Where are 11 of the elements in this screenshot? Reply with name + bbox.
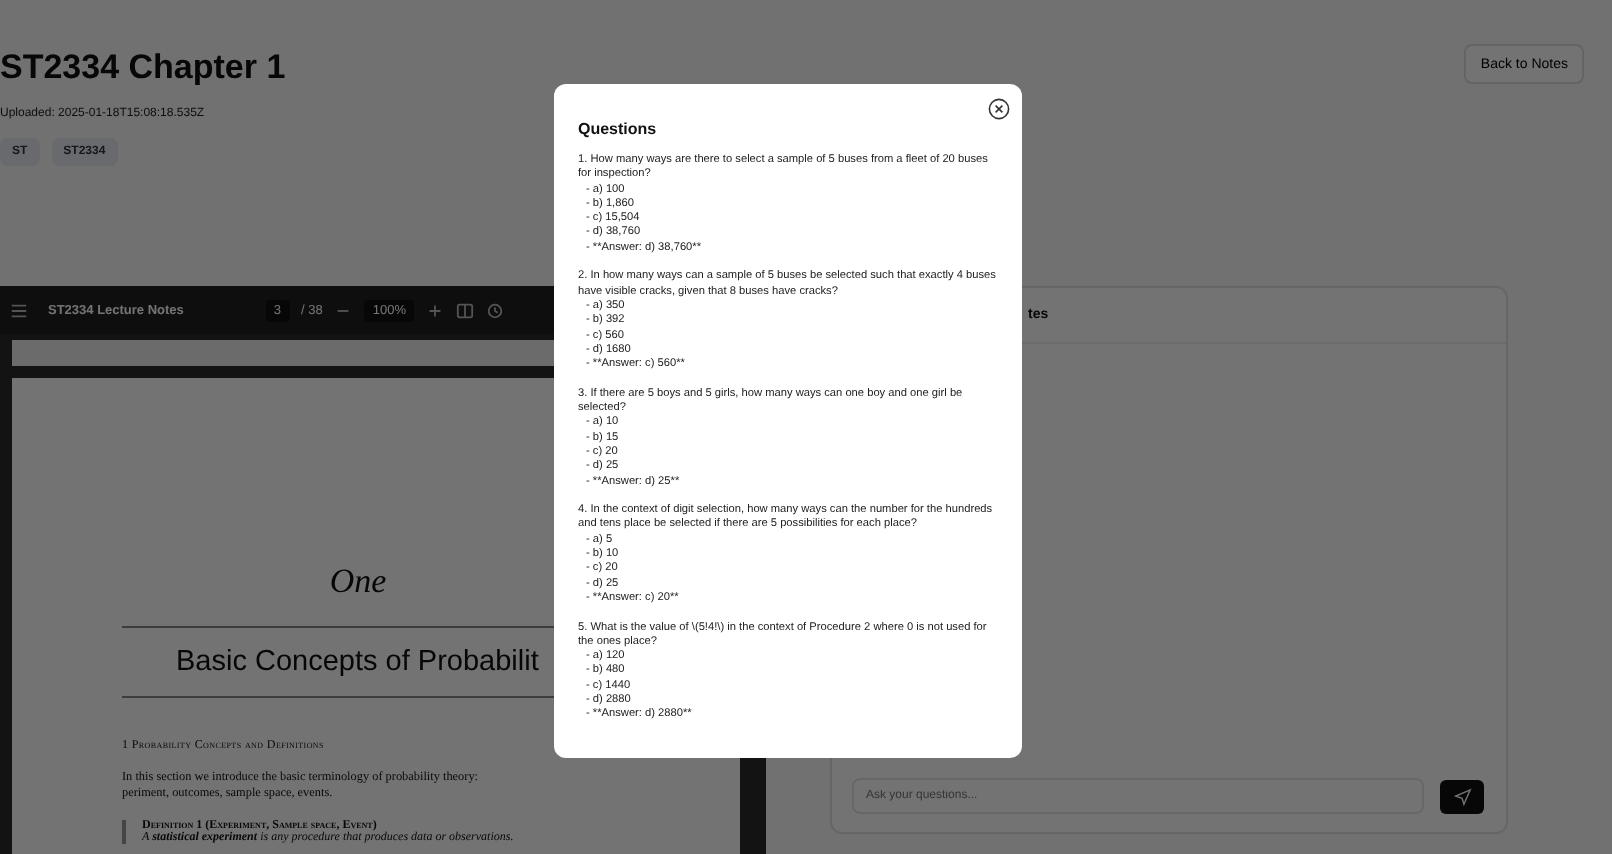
send-button[interactable] <box>1440 779 1484 813</box>
send-icon <box>1453 787 1471 805</box>
chapter-number: One <box>327 562 389 602</box>
dialog-title: Questions <box>578 120 659 138</box>
fit-page-icon[interactable] <box>456 301 474 319</box>
menu-icon[interactable] <box>10 301 28 319</box>
chapter-title: Basic Concepts of Probabilit <box>176 646 539 678</box>
page-title: ST2334 Chapter 1 <box>0 48 286 88</box>
zoom-in-icon[interactable] <box>426 301 444 319</box>
close-icon[interactable] <box>988 96 1010 118</box>
history-icon[interactable] <box>486 301 504 319</box>
